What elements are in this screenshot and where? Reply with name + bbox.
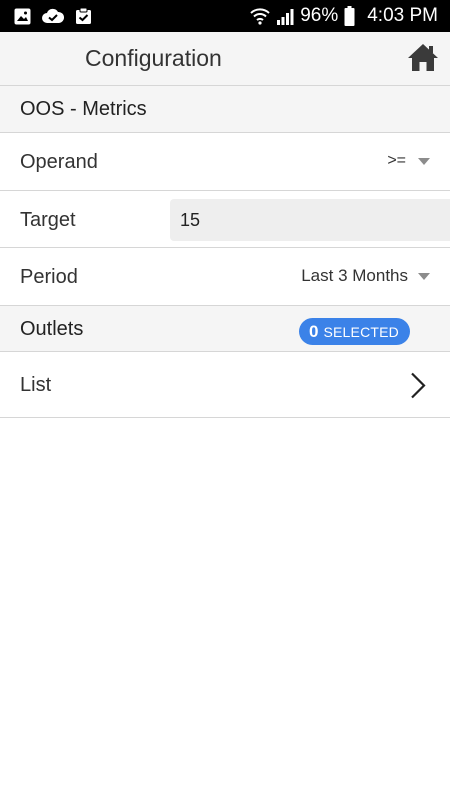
clock: 4:03 PM (367, 5, 438, 26)
outlets-label: Outlets (20, 318, 84, 340)
chevron-down-icon (418, 273, 430, 280)
operand-select-value[interactable]: >= (387, 152, 406, 170)
section-title: OOS - Metrics (20, 98, 147, 120)
clipboard-check-icon (75, 7, 92, 25)
signal-icon (276, 8, 294, 25)
operand-row[interactable]: Operand >= (0, 133, 450, 191)
selected-count-badge[interactable]: 0 SELECTED (299, 318, 410, 345)
period-select-value[interactable]: Last 3 Months (301, 266, 408, 286)
page-title: Configuration (85, 45, 222, 71)
app-header: Configuration (0, 32, 450, 86)
period-row[interactable]: Period Last 3 Months (0, 248, 450, 306)
target-input[interactable] (170, 199, 450, 241)
image-icon (14, 8, 31, 25)
period-label: Period (20, 266, 78, 288)
cloud-check-icon (42, 8, 64, 24)
battery-icon (344, 6, 355, 26)
status-bar-right: 96% 4:03 PM (250, 5, 438, 27)
wifi-icon (250, 7, 270, 25)
operand-label: Operand (20, 151, 98, 173)
list-row[interactable]: List (0, 352, 450, 418)
chevron-right-icon (410, 372, 426, 404)
section-header: OOS - Metrics (0, 86, 450, 133)
outlets-row: Outlets 0 SELECTED (0, 306, 450, 352)
selected-count: 0 (309, 321, 319, 341)
list-label: List (20, 374, 52, 396)
selected-text: SELECTED (323, 323, 399, 340)
status-bar: 96% 4:03 PM (0, 0, 450, 32)
home-icon (407, 42, 439, 77)
target-label: Target (20, 209, 76, 231)
chevron-down-icon (418, 158, 430, 165)
status-bar-left-icons (14, 7, 92, 25)
home-button[interactable] (406, 42, 440, 76)
target-row: Target (0, 191, 450, 248)
battery-percent: 96% (300, 5, 339, 26)
